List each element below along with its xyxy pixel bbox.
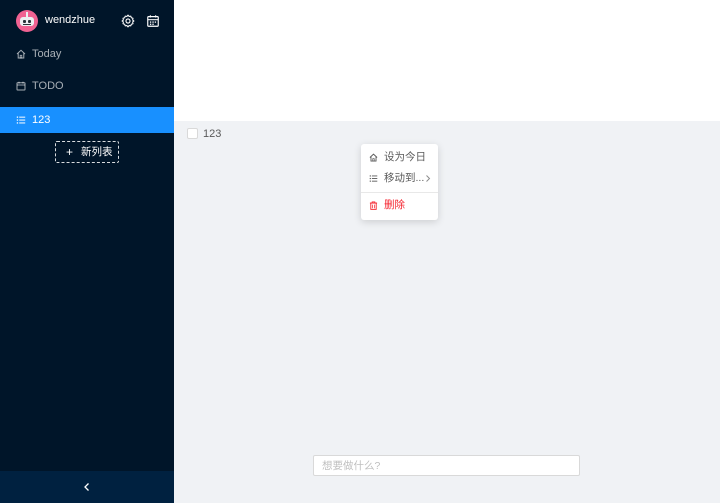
todo-checkbox[interactable] xyxy=(187,128,198,139)
todo-list-area xyxy=(174,121,720,503)
chevron-left-icon xyxy=(82,481,92,493)
sidebar-item-label: Today xyxy=(32,48,62,60)
avatar[interactable] xyxy=(16,10,38,32)
sidebar: wendzhue Today TODO 123 + 新列表 xyxy=(0,0,174,503)
home-icon xyxy=(369,153,378,162)
context-menu: 设为今日 移动到... 删除 xyxy=(361,144,438,220)
sidebar-item-todo[interactable]: TODO xyxy=(0,73,174,99)
list-icon xyxy=(369,174,378,183)
trash-icon xyxy=(369,201,378,210)
menu-divider xyxy=(361,192,438,193)
menu-item-move-to[interactable]: 移动到... xyxy=(361,168,438,188)
sidebar-collapse-button[interactable] xyxy=(0,471,174,503)
menu-item-label: 移动到... xyxy=(384,172,425,184)
new-list-button[interactable]: + 新列表 xyxy=(55,141,119,163)
list-icon xyxy=(16,115,26,125)
profile-bar: wendzhue xyxy=(0,0,174,42)
sidebar-item-label: TODO xyxy=(32,80,64,92)
username: wendzhue xyxy=(45,14,96,26)
new-list-label: 新列表 xyxy=(81,146,113,158)
sidebar-item-today[interactable]: Today xyxy=(0,41,174,67)
menu-item-label: 设为今日 xyxy=(384,151,426,163)
chevron-right-icon xyxy=(425,174,431,183)
todo-text: 123 xyxy=(203,128,222,140)
home-icon xyxy=(16,49,26,59)
plus-icon: + xyxy=(66,145,74,159)
settings-gear-icon[interactable] xyxy=(121,14,135,28)
sidebar-item-123[interactable]: 123 xyxy=(0,107,174,133)
header-area xyxy=(174,0,720,121)
calendar-icon xyxy=(16,81,26,91)
sidebar-item-label: 123 xyxy=(32,114,51,126)
add-todo-input[interactable] xyxy=(313,455,580,476)
menu-item-label: 删除 xyxy=(384,199,405,211)
menu-item-set-today[interactable]: 设为今日 xyxy=(361,147,438,167)
calendar-icon[interactable] xyxy=(146,14,160,28)
menu-item-delete[interactable]: 删除 xyxy=(361,195,438,215)
